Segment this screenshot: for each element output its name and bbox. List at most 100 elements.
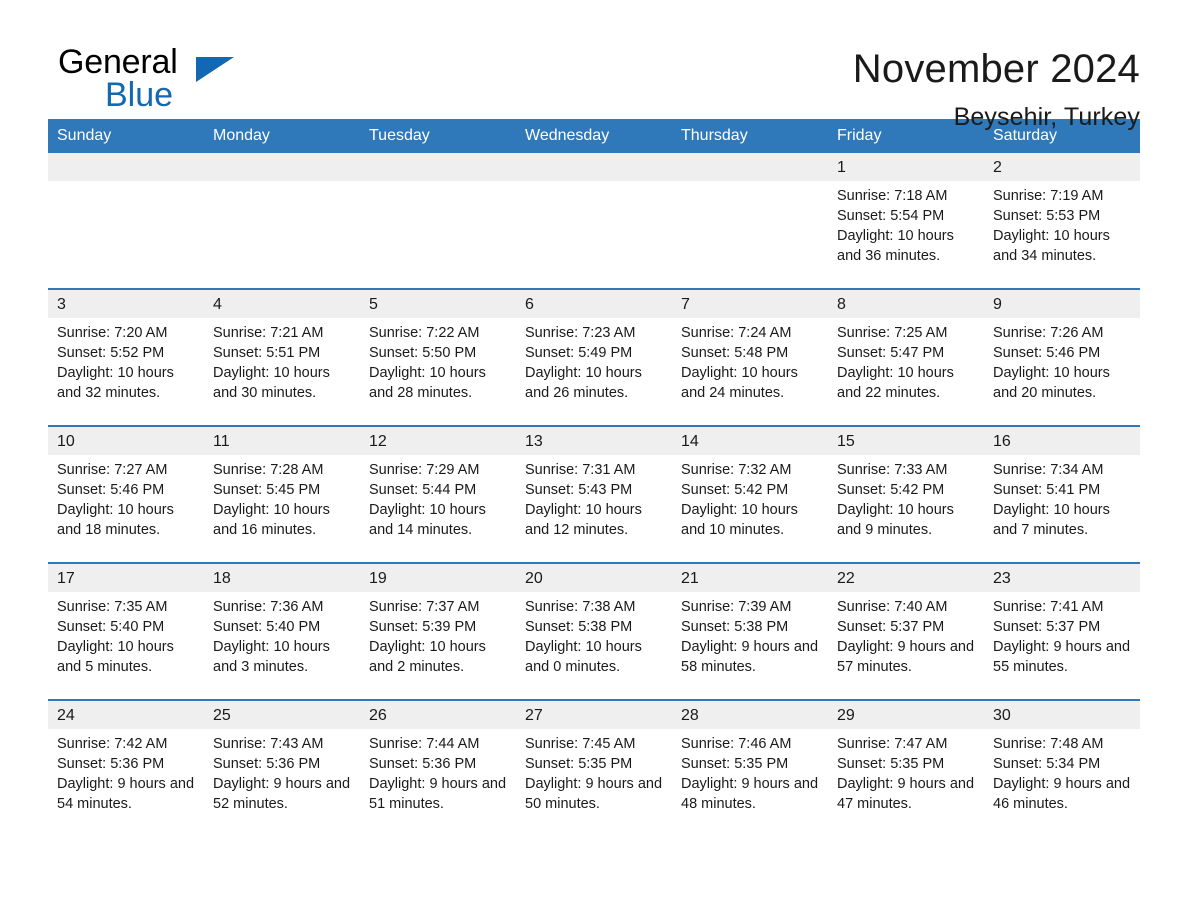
calendar-day-cell[interactable]: 9 Sunrise: 7:26 AM Sunset: 5:46 PM Daylight… [984,288,1140,426]
calendar-day-cell[interactable]: 28 Sunrise: 7:46 AM Sunset: 5:35 PM Dayligh… [672,699,828,836]
sunset-text: Sunset: 5:40 PM [213,619,321,635]
calendar-day-cell[interactable]: 6 Sunrise: 7:23 AM Sunset: 5:49 PM Daylight… [516,288,672,426]
day-details: Sunrise: 7:42 AM Sunset: 5:36 PM Daylight:… [48,729,204,814]
sunset-text: Sunset: 5:38 PM [525,619,633,635]
calendar-day-cell[interactable]: 27 Sunrise: 7:45 AM Sunset: 5:35 PM Dayligh… [516,699,672,836]
sunset-text: Sunset: 5:49 PM [525,345,633,361]
calendar-page: General Blue November 2024 Beysehir, Tur… [0,0,1188,918]
calendar-day-cell[interactable]: 25 Sunrise: 7:43 AM Sunset: 5:36 PM Dayligh… [204,699,360,836]
sunset-text: Sunset: 5:35 PM [525,756,633,772]
daylight-text: Daylight: 10 hours and 3 minutes. [213,639,330,675]
sunset-text: Sunset: 5:37 PM [837,619,945,635]
calendar-day-cell[interactable]: 20 Sunrise: 7:38 AM Sunset: 5:38 PM Dayligh… [516,562,672,700]
calendar-day-cell[interactable]: 21 Sunrise: 7:39 AM Sunset: 5:38 PM Dayligh… [672,562,828,700]
calendar-day-cell-empty [672,153,828,289]
sunrise-text: Sunrise: 7:37 AM [369,599,480,615]
sunrise-text: Sunrise: 7:24 AM [681,325,792,341]
generalblue-logo[interactable]: General Blue [48,43,248,112]
daylight-text: Daylight: 9 hours and 47 minutes. [837,776,975,812]
sunset-text: Sunset: 5:36 PM [213,756,321,772]
day-number: 20 [516,565,672,592]
daylight-text: Daylight: 9 hours and 46 minutes. [993,776,1131,812]
sunset-text: Sunset: 5:40 PM [57,619,165,635]
calendar-day-cell[interactable]: 18 Sunrise: 7:36 AM Sunset: 5:40 PM Dayligh… [204,562,360,700]
calendar-day-cell[interactable]: 24 Sunrise: 7:42 AM Sunset: 5:36 PM Dayligh… [48,699,204,836]
sunset-text: Sunset: 5:52 PM [57,345,165,361]
calendar-day-cell[interactable]: 8 Sunrise: 7:25 AM Sunset: 5:47 PM Daylight… [828,288,984,426]
calendar-day-cell[interactable]: 15 Sunrise: 7:33 AM Sunset: 5:42 PM Dayligh… [828,425,984,563]
daylight-text: Daylight: 10 hours and 14 minutes. [369,502,486,538]
daylight-text: Daylight: 10 hours and 16 minutes. [213,502,330,538]
sunrise-text: Sunrise: 7:35 AM [57,599,168,615]
sunrise-text: Sunrise: 7:31 AM [525,462,636,478]
daylight-text: Daylight: 10 hours and 9 minutes. [837,502,954,538]
calendar-day-cell[interactable]: 14 Sunrise: 7:32 AM Sunset: 5:42 PM Dayligh… [672,425,828,563]
day-details: Sunrise: 7:45 AM Sunset: 5:35 PM Daylight:… [516,729,672,814]
calendar-day-cell[interactable]: 12 Sunrise: 7:29 AM Sunset: 5:44 PM Dayligh… [360,425,516,563]
calendar-day-cell[interactable]: 19 Sunrise: 7:37 AM Sunset: 5:39 PM Dayligh… [360,562,516,700]
day-details: Sunrise: 7:25 AM Sunset: 5:47 PM Daylight:… [828,318,984,403]
calendar-day-cell[interactable]: 29 Sunrise: 7:47 AM Sunset: 5:35 PM Dayligh… [828,699,984,836]
logo-triangle-icon [196,57,234,82]
daylight-text: Daylight: 9 hours and 55 minutes. [993,639,1131,675]
calendar-day-cell[interactable]: 11 Sunrise: 7:28 AM Sunset: 5:45 PM Dayligh… [204,425,360,563]
day-number: 1 [828,153,984,181]
calendar-day-cell[interactable]: 16 Sunrise: 7:34 AM Sunset: 5:41 PM Dayligh… [984,425,1140,563]
day-number: 25 [204,702,360,729]
sunset-text: Sunset: 5:34 PM [993,756,1101,772]
calendar-day-cell[interactable]: 3 Sunrise: 7:20 AM Sunset: 5:52 PM Daylight… [48,288,204,426]
day-details: Sunrise: 7:20 AM Sunset: 5:52 PM Daylight:… [48,318,204,403]
calendar-day-cell[interactable]: 23 Sunrise: 7:41 AM Sunset: 5:37 PM Dayligh… [984,562,1140,700]
day-number [516,153,672,181]
calendar-day-cell[interactable]: 10 Sunrise: 7:27 AM Sunset: 5:46 PM Dayligh… [48,425,204,563]
daylight-text: Daylight: 10 hours and 5 minutes. [57,639,174,675]
day-details: Sunrise: 7:47 AM Sunset: 5:35 PM Daylight:… [828,729,984,814]
calendar-day-cell[interactable]: 17 Sunrise: 7:35 AM Sunset: 5:40 PM Dayligh… [48,562,204,700]
sunrise-text: Sunrise: 7:29 AM [369,462,480,478]
sunset-text: Sunset: 5:47 PM [837,345,945,361]
day-number: 14 [672,428,828,455]
day-number: 10 [48,428,204,455]
day-number: 21 [672,565,828,592]
day-number: 15 [828,428,984,455]
sunrise-text: Sunrise: 7:45 AM [525,736,636,752]
calendar-day-cell[interactable]: 2 Sunrise: 7:19 AM Sunset: 5:53 PM Daylight… [984,153,1140,289]
day-number: 3 [48,291,204,318]
daylight-text: Daylight: 9 hours and 51 minutes. [369,776,507,812]
day-number: 2 [984,153,1140,181]
sunset-text: Sunset: 5:36 PM [369,756,477,772]
calendar-day-cell[interactable]: 7 Sunrise: 7:24 AM Sunset: 5:48 PM Daylight… [672,288,828,426]
calendar-day-cell[interactable]: 1 Sunrise: 7:18 AM Sunset: 5:54 PM Daylight… [828,153,984,289]
sunrise-text: Sunrise: 7:42 AM [57,736,168,752]
sunset-text: Sunset: 5:36 PM [57,756,165,772]
day-details: Sunrise: 7:38 AM Sunset: 5:38 PM Daylight:… [516,592,672,677]
calendar-day-cell[interactable]: 13 Sunrise: 7:31 AM Sunset: 5:43 PM Dayligh… [516,425,672,563]
daylight-text: Daylight: 9 hours and 54 minutes. [57,776,195,812]
day-details: Sunrise: 7:31 AM Sunset: 5:43 PM Daylight:… [516,455,672,540]
daylight-text: Daylight: 10 hours and 22 minutes. [837,365,954,401]
sunset-text: Sunset: 5:39 PM [369,619,477,635]
day-details: Sunrise: 7:33 AM Sunset: 5:42 PM Daylight:… [828,455,984,540]
day-details: Sunrise: 7:40 AM Sunset: 5:37 PM Daylight:… [828,592,984,677]
calendar-day-cell[interactable]: 22 Sunrise: 7:40 AM Sunset: 5:37 PM Dayligh… [828,562,984,700]
day-details: Sunrise: 7:28 AM Sunset: 5:45 PM Daylight:… [204,455,360,540]
calendar-week-row: 17 Sunrise: 7:35 AM Sunset: 5:40 PM Dayligh… [48,562,1140,700]
sunrise-text: Sunrise: 7:19 AM [993,188,1104,204]
calendar-body: 1 Sunrise: 7:18 AM Sunset: 5:54 PM Daylight… [48,153,1140,836]
daylight-text: Daylight: 10 hours and 24 minutes. [681,365,798,401]
calendar-week-row: 24 Sunrise: 7:42 AM Sunset: 5:36 PM Dayligh… [48,699,1140,836]
logo-text-general: General [58,43,178,81]
day-number: 17 [48,565,204,592]
calendar-day-cell[interactable]: 30 Sunrise: 7:48 AM Sunset: 5:34 PM Dayligh… [984,699,1140,836]
sunrise-sunset-calendar: Sunday Monday Tuesday Wednesday Thursday… [48,119,1140,836]
calendar-day-cell-empty [360,153,516,289]
day-details: Sunrise: 7:34 AM Sunset: 5:41 PM Daylight:… [984,455,1140,540]
calendar-day-cell[interactable]: 26 Sunrise: 7:44 AM Sunset: 5:36 PM Dayligh… [360,699,516,836]
sunrise-text: Sunrise: 7:22 AM [369,325,480,341]
calendar-day-cell[interactable]: 5 Sunrise: 7:22 AM Sunset: 5:50 PM Daylight… [360,288,516,426]
daylight-text: Daylight: 10 hours and 7 minutes. [993,502,1110,538]
day-number: 23 [984,565,1140,592]
sunrise-text: Sunrise: 7:32 AM [681,462,792,478]
calendar-day-cell[interactable]: 4 Sunrise: 7:21 AM Sunset: 5:51 PM Daylight… [204,288,360,426]
sunset-text: Sunset: 5:35 PM [681,756,789,772]
